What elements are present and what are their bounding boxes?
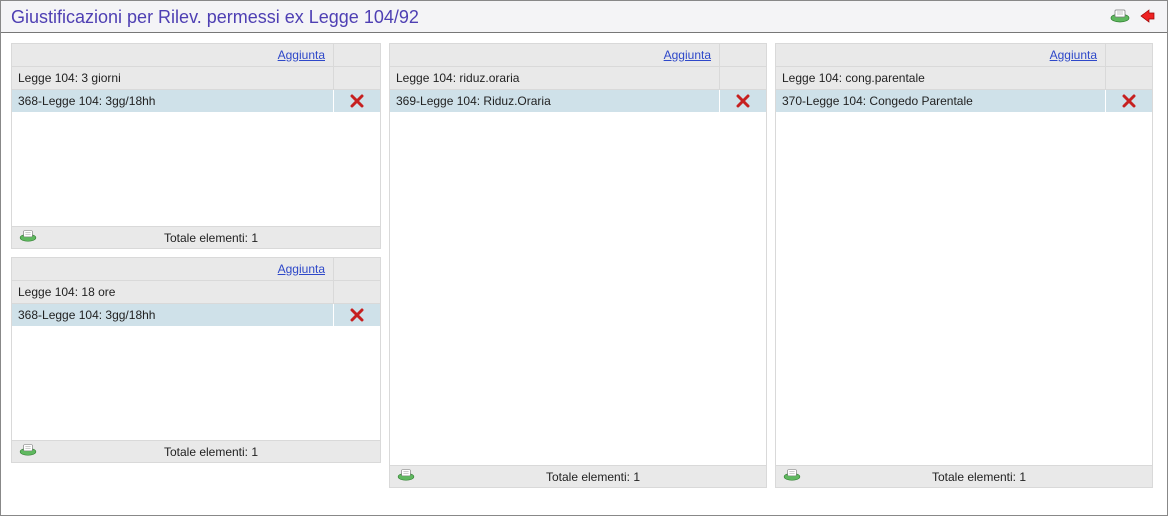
panel-subheader-text: Legge 104: riduz.oraria <box>390 67 720 90</box>
panel-header: Aggiunta <box>390 44 766 67</box>
row-delete[interactable] <box>334 90 380 112</box>
close-icon <box>736 94 750 108</box>
panel-body <box>12 113 380 226</box>
panel-subheader-text: Legge 104: cong.parentale <box>776 67 1106 90</box>
content: Aggiunta Legge 104: 3 giorni 368-Legge 1… <box>1 33 1167 511</box>
panel-subheader: Legge 104: 18 ore <box>12 281 380 304</box>
close-icon <box>350 308 364 322</box>
aggiunta-link[interactable]: Aggiunta <box>664 48 711 62</box>
window: Giustificazioni per Rilev. permessi ex L… <box>0 0 1168 516</box>
panel-subheader-side <box>334 67 380 90</box>
panel-3giorni: Aggiunta Legge 104: 3 giorni 368-Legge 1… <box>11 43 381 249</box>
back-icon[interactable] <box>1137 8 1157 27</box>
titlebar: Giustificazioni per Rilev. permessi ex L… <box>1 1 1167 33</box>
aggiunta-link[interactable]: Aggiunta <box>1050 48 1097 62</box>
aggiunta-link[interactable]: Aggiunta <box>278 48 325 62</box>
panel-header-main: Aggiunta <box>776 44 1106 67</box>
panel-subheader-side <box>1106 67 1152 90</box>
panel-header-side <box>720 44 766 67</box>
footer-count: Totale elementi: 1 <box>48 231 374 245</box>
panel-header: Aggiunta <box>12 258 380 281</box>
panel-header-side <box>334 258 380 281</box>
titlebar-icons <box>1109 8 1157 27</box>
panel-subheader: Legge 104: 3 giorni <box>12 67 380 90</box>
panel-subheader: Legge 104: cong.parentale <box>776 67 1152 90</box>
table-row[interactable]: 369-Legge 104: Riduz.Oraria <box>390 90 766 113</box>
panel-footer: Totale elementi: 1 <box>776 465 1152 487</box>
panel-body <box>390 113 766 465</box>
row-delete[interactable] <box>334 304 380 326</box>
row-delete[interactable] <box>720 90 766 112</box>
panel-body <box>12 327 380 440</box>
panel-footer: Totale elementi: 1 <box>390 465 766 487</box>
row-label: 368-Legge 104: 3gg/18hh <box>12 304 334 326</box>
left-column: Aggiunta Legge 104: 3 giorni 368-Legge 1… <box>11 43 381 501</box>
print-icon[interactable] <box>396 468 416 485</box>
row-label: 370-Legge 104: Congedo Parentale <box>776 90 1106 112</box>
footer-count: Totale elementi: 1 <box>48 445 374 459</box>
footer-count: Totale elementi: 1 <box>426 470 760 484</box>
panel-header: Aggiunta <box>776 44 1152 67</box>
panel-footer: Totale elementi: 1 <box>12 440 380 462</box>
panel-riduz-oraria: Aggiunta Legge 104: riduz.oraria 369-Leg… <box>389 43 767 488</box>
row-label: 369-Legge 104: Riduz.Oraria <box>390 90 720 112</box>
panel-18ore: Aggiunta Legge 104: 18 ore 368-Legge 104… <box>11 257 381 463</box>
close-icon <box>350 94 364 108</box>
panel-header-main: Aggiunta <box>12 44 334 67</box>
panel-subheader-text: Legge 104: 18 ore <box>12 281 334 304</box>
panel-header-main: Aggiunta <box>12 258 334 281</box>
print-icon[interactable] <box>782 468 802 485</box>
row-label: 368-Legge 104: 3gg/18hh <box>12 90 334 112</box>
panel-header-side <box>1106 44 1152 67</box>
panel-subheader-side <box>334 281 380 304</box>
print-icon[interactable] <box>18 443 38 460</box>
table-row[interactable]: 370-Legge 104: Congedo Parentale <box>776 90 1152 113</box>
panel-subheader-text: Legge 104: 3 giorni <box>12 67 334 90</box>
panel-body <box>776 113 1152 465</box>
panel-congedo-parentale: Aggiunta Legge 104: cong.parentale 370-L… <box>775 43 1153 488</box>
aggiunta-link[interactable]: Aggiunta <box>278 262 325 276</box>
row-delete[interactable] <box>1106 90 1152 112</box>
panel-header-side <box>334 44 380 67</box>
panel-subheader-side <box>720 67 766 90</box>
panel-header-main: Aggiunta <box>390 44 720 67</box>
table-row[interactable]: 368-Legge 104: 3gg/18hh <box>12 90 380 113</box>
footer-count: Totale elementi: 1 <box>812 470 1146 484</box>
print-icon[interactable] <box>18 229 38 246</box>
panel-header: Aggiunta <box>12 44 380 67</box>
print-icon[interactable] <box>1109 8 1131 27</box>
close-icon <box>1122 94 1136 108</box>
table-row[interactable]: 368-Legge 104: 3gg/18hh <box>12 304 380 327</box>
panel-subheader: Legge 104: riduz.oraria <box>390 67 766 90</box>
panel-footer: Totale elementi: 1 <box>12 226 380 248</box>
page-title: Giustificazioni per Rilev. permessi ex L… <box>11 7 1109 28</box>
